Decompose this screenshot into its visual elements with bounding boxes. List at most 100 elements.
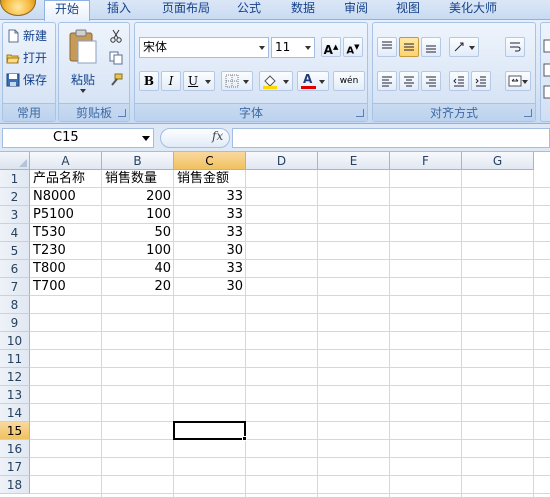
row-header-18[interactable]: 18 <box>0 476 30 494</box>
grow-font-button[interactable]: A▲ <box>321 37 341 57</box>
tab-formulas[interactable]: 公式 <box>226 0 272 20</box>
row-header-14[interactable]: 14 <box>0 404 30 422</box>
name-box[interactable]: C15 <box>2 128 154 148</box>
cell-a4[interactable]: T530 <box>30 224 102 242</box>
select-all-corner[interactable] <box>0 152 30 170</box>
column-header-e[interactable]: E <box>318 152 390 170</box>
wrap-text-button[interactable] <box>505 37 525 57</box>
cell-a7[interactable]: T700 <box>30 278 102 296</box>
merge-center-button[interactable] <box>505 71 531 91</box>
row-header-3[interactable]: 3 <box>0 206 30 224</box>
decrease-indent-button[interactable] <box>449 71 469 91</box>
office-button-icon[interactable] <box>0 0 36 16</box>
row-header-15[interactable]: 15 <box>0 422 30 440</box>
format-painter-icon[interactable] <box>109 73 123 87</box>
font-size-dropdown[interactable]: 11 <box>271 37 315 58</box>
cell-a1[interactable]: 产品名称 <box>30 170 102 188</box>
tab-home[interactable]: 开始 <box>44 0 90 21</box>
row-header-16[interactable]: 16 <box>0 440 30 458</box>
cell-b1[interactable]: 销售数量 <box>102 170 174 188</box>
column-header-d[interactable]: D <box>246 152 318 170</box>
underline-button[interactable]: U <box>183 71 215 91</box>
cell-a5[interactable]: T230 <box>30 242 102 260</box>
cell-c4[interactable]: 33 <box>174 224 246 242</box>
row-header-9[interactable]: 9 <box>0 314 30 332</box>
row-header-11[interactable]: 11 <box>0 350 30 368</box>
row-header-2[interactable]: 2 <box>0 188 30 206</box>
insert-function-icon[interactable]: fx <box>212 129 223 143</box>
cell-b5[interactable]: 100 <box>102 242 174 260</box>
cell-a3[interactable]: P5100 <box>30 206 102 224</box>
column-header-a[interactable]: A <box>30 152 102 170</box>
cut-scissors-icon[interactable] <box>109 29 123 43</box>
column-header-g[interactable]: G <box>462 152 534 170</box>
column-header-c[interactable]: C <box>174 152 246 170</box>
alignment-launcher-icon[interactable] <box>524 109 532 117</box>
cell-c2[interactable]: 33 <box>174 188 246 206</box>
shrink-font-button[interactable]: A▼ <box>343 37 363 57</box>
open-button[interactable]: 打开 <box>6 49 47 67</box>
cell-c5[interactable]: 30 <box>174 242 246 260</box>
tab-review[interactable]: 审阅 <box>333 0 379 20</box>
cell-c6[interactable]: 33 <box>174 260 246 278</box>
font-launcher-icon[interactable] <box>356 109 364 117</box>
paste-button[interactable]: 粘贴 <box>63 27 103 99</box>
italic-button[interactable]: I <box>161 71 181 91</box>
tab-view[interactable]: 视图 <box>385 0 431 20</box>
column-header-f[interactable]: F <box>390 152 462 170</box>
row-header-5[interactable]: 5 <box>0 242 30 260</box>
cell-b4[interactable]: 50 <box>102 224 174 242</box>
worksheet-grid[interactable]: ABCDEFG 1 2 3 4 5 6 7 8 9 10 11 12 13 14 15 16 17 18 产品名称… <box>0 152 550 497</box>
tab-beautify-master[interactable]: 美化大师 <box>440 0 506 20</box>
cell-b3[interactable]: 100 <box>102 206 174 224</box>
phonetic-button[interactable]: wén <box>333 71 365 91</box>
border-button[interactable] <box>221 71 253 91</box>
align-right-button[interactable] <box>421 71 441 91</box>
active-cell-outline[interactable] <box>173 421 246 440</box>
font-color-button[interactable]: A <box>297 71 329 91</box>
fill-handle[interactable] <box>242 436 247 441</box>
align-left-button[interactable] <box>377 71 397 91</box>
save-disk-icon <box>6 73 20 87</box>
row-header-4[interactable]: 4 <box>0 224 30 242</box>
tab-insert[interactable]: 插入 <box>96 0 142 20</box>
row-header-1[interactable]: 1 <box>0 170 30 188</box>
row-header-17[interactable]: 17 <box>0 458 30 476</box>
row-header-12[interactable]: 12 <box>0 368 30 386</box>
increase-indent-button[interactable] <box>471 71 491 91</box>
new-button[interactable]: 新建 <box>6 27 47 45</box>
cell-a2[interactable]: N8000 <box>30 188 102 206</box>
row-header-13[interactable]: 13 <box>0 386 30 404</box>
font-name-dropdown[interactable]: 宋体 <box>139 37 269 58</box>
clipboard-launcher-icon[interactable] <box>118 109 126 117</box>
align-middle-button[interactable] <box>399 37 419 57</box>
cell-a6[interactable]: T800 <box>30 260 102 278</box>
column-header-b[interactable]: B <box>102 152 174 170</box>
row-header-8[interactable]: 8 <box>0 296 30 314</box>
save-button[interactable]: 保存 <box>6 71 47 89</box>
decimal-icon[interactable] <box>543 85 550 99</box>
align-top-button[interactable] <box>377 37 397 57</box>
name-box-chevron-icon[interactable] <box>142 136 150 141</box>
cell-b2[interactable]: 200 <box>102 188 174 206</box>
formula-input[interactable] <box>232 128 550 148</box>
cell-b6[interactable]: 40 <box>102 260 174 278</box>
align-bottom-button[interactable] <box>421 37 441 57</box>
orientation-button[interactable] <box>449 37 479 57</box>
cell-b7[interactable]: 20 <box>102 278 174 296</box>
tab-page-layout[interactable]: 页面布局 <box>155 0 217 20</box>
number-format-icon[interactable] <box>543 39 550 53</box>
font-name-value: 宋体 <box>143 40 168 54</box>
fill-color-button[interactable] <box>259 71 293 91</box>
copy-icon[interactable] <box>109 51 123 65</box>
row-header-10[interactable]: 10 <box>0 332 30 350</box>
percent-icon[interactable] <box>543 63 550 77</box>
bold-button[interactable]: B <box>139 71 159 91</box>
cell-c3[interactable]: 33 <box>174 206 246 224</box>
row-header-6[interactable]: 6 <box>0 260 30 278</box>
align-center-button[interactable] <box>399 71 419 91</box>
cell-c1[interactable]: 销售金额 <box>174 170 246 188</box>
row-header-7[interactable]: 7 <box>0 278 30 296</box>
tab-data[interactable]: 数据 <box>280 0 326 20</box>
cell-c7[interactable]: 30 <box>174 278 246 296</box>
